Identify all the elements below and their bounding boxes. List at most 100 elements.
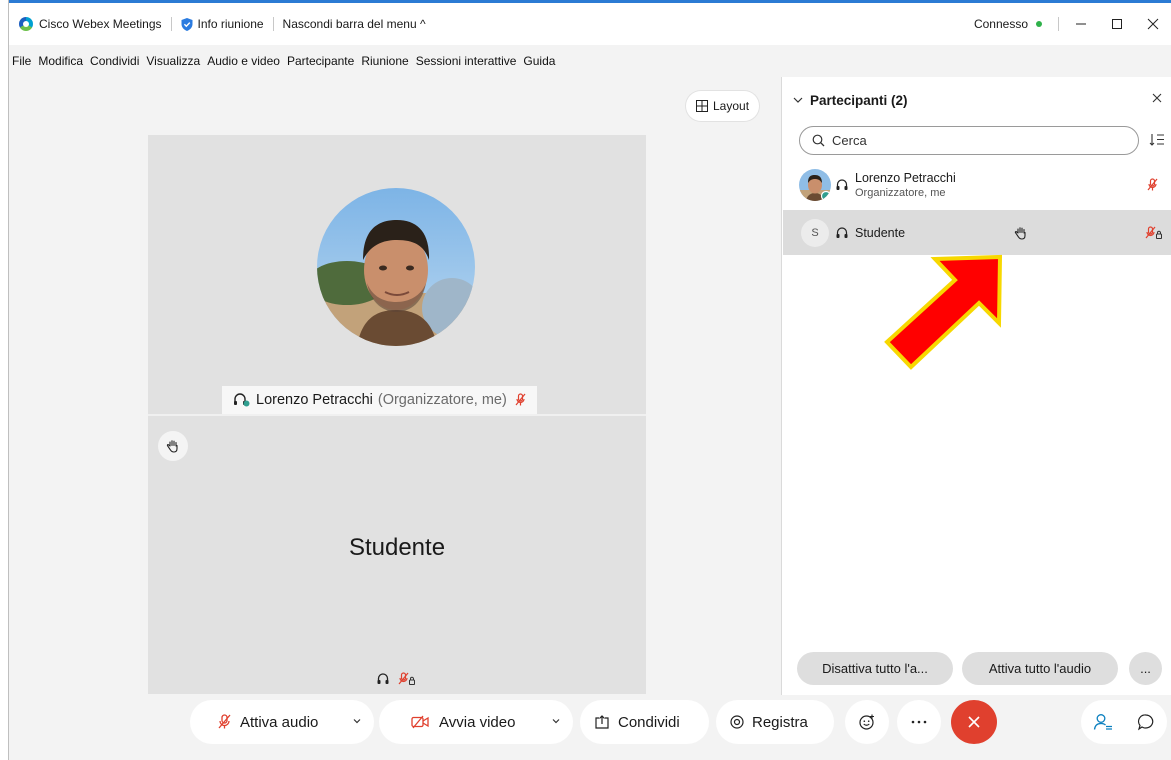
panel-more-label: ... bbox=[1140, 661, 1151, 676]
close-window-button[interactable] bbox=[1135, 3, 1171, 45]
microphone-muted-icon bbox=[515, 393, 526, 406]
participants-panel-header: Partecipanti (2) bbox=[782, 77, 1171, 123]
participant-initial-avatar: S bbox=[801, 218, 829, 247]
host-avatar-photo bbox=[317, 188, 475, 346]
raised-hand-icon bbox=[1014, 227, 1026, 240]
smiley-add-icon bbox=[859, 714, 874, 730]
student-tile-status bbox=[376, 672, 416, 686]
menu-audio-video[interactable]: Audio e video bbox=[207, 54, 280, 68]
video-tile-host[interactable]: Lorenzo Petracchi (Organizzatore, me) bbox=[148, 135, 646, 415]
menu-sessioni-interattive[interactable]: Sessioni interattive bbox=[416, 54, 517, 68]
webex-window: Cisco Webex Meetings Info riunione Nasco… bbox=[9, 3, 1171, 760]
title-bar-right: Connesso bbox=[974, 3, 1171, 45]
chevron-down-icon[interactable] bbox=[792, 95, 804, 105]
menu-condividi[interactable]: Condividi bbox=[90, 54, 139, 68]
layout-button[interactable]: Layout bbox=[686, 91, 760, 121]
host-name-label: Lorenzo Petracchi (Organizzatore, me) bbox=[222, 386, 537, 414]
participants-panel-button[interactable] bbox=[1093, 713, 1113, 731]
microphone-muted-locked-icon bbox=[398, 672, 415, 685]
headset-icon bbox=[836, 226, 848, 238]
video-tile-student[interactable]: Studente bbox=[148, 416, 646, 694]
audio-button-label: Attiva audio bbox=[240, 713, 319, 731]
headset-connected-icon bbox=[234, 393, 250, 407]
menu-visualizza[interactable]: Visualizza bbox=[146, 54, 200, 68]
title-bar: Cisco Webex Meetings Info riunione Nasco… bbox=[9, 3, 1171, 45]
participants-icon bbox=[1093, 714, 1112, 730]
mute-all-button[interactable]: Disattiva tutto l'a... bbox=[797, 652, 953, 685]
participant-search-input[interactable]: Cerca bbox=[799, 126, 1139, 155]
participant-name: Studente bbox=[855, 225, 906, 240]
more-icon bbox=[911, 720, 927, 724]
mute-all-label: Disattiva tutto l'a... bbox=[822, 661, 928, 676]
share-button-label: Condividi bbox=[618, 713, 680, 731]
microphone-muted-icon[interactable] bbox=[1147, 178, 1159, 192]
maximize-button[interactable] bbox=[1099, 3, 1135, 45]
audio-button[interactable]: Attiva audio bbox=[190, 700, 374, 744]
participant-name: Lorenzo Petracchi bbox=[855, 171, 956, 185]
participant-avatar bbox=[799, 169, 831, 201]
participants-panel-close-button[interactable] bbox=[1152, 91, 1162, 107]
app-name: Cisco Webex Meetings bbox=[39, 17, 162, 31]
headset-icon bbox=[377, 673, 389, 684]
participant-info: Studente bbox=[855, 226, 905, 240]
record-button-label: Registra bbox=[752, 713, 808, 731]
shield-icon bbox=[181, 17, 192, 31]
host-name: Lorenzo Petracchi bbox=[256, 392, 373, 408]
close-icon bbox=[968, 716, 980, 728]
share-button[interactable]: Condividi bbox=[580, 700, 709, 744]
menu-modifica[interactable]: Modifica bbox=[38, 54, 83, 68]
participants-panel: Partecipanti (2) Cerca Lorenzo Petracchi… bbox=[781, 77, 1171, 695]
meeting-info-label: Info riunione bbox=[197, 17, 264, 31]
meeting-info-button[interactable]: Info riunione bbox=[181, 15, 264, 33]
host-avatar bbox=[317, 188, 475, 346]
close-icon bbox=[1152, 93, 1162, 103]
panel-toggle-group bbox=[1081, 700, 1167, 744]
raised-hand-badge bbox=[158, 431, 188, 461]
annotation-arrow bbox=[884, 254, 1003, 370]
participant-row-host[interactable]: Lorenzo Petracchi Organizzatore, me bbox=[783, 163, 1171, 207]
sort-icon[interactable] bbox=[1149, 132, 1165, 148]
menu-riunione[interactable]: Riunione bbox=[361, 54, 408, 68]
app-title: Cisco Webex Meetings bbox=[9, 15, 162, 33]
title-separator bbox=[272, 17, 274, 31]
chevron-down-icon[interactable] bbox=[551, 716, 561, 726]
video-button-label: Avvia video bbox=[439, 713, 516, 731]
close-icon bbox=[1147, 18, 1159, 30]
participant-avatar-photo bbox=[799, 169, 831, 201]
chat-panel-button[interactable] bbox=[1137, 713, 1155, 731]
chevron-down-icon[interactable] bbox=[352, 716, 362, 726]
record-button[interactable]: Registra bbox=[716, 700, 834, 744]
menu-bar: File Modifica Condividi Visualizza Audio… bbox=[9, 51, 562, 71]
reactions-button[interactable] bbox=[845, 700, 889, 744]
menu-partecipante[interactable]: Partecipante bbox=[287, 54, 354, 68]
grid-icon bbox=[696, 100, 708, 112]
video-button[interactable]: Avvia video bbox=[379, 700, 573, 744]
connection-status-dot bbox=[1036, 21, 1042, 27]
minimize-button[interactable] bbox=[1063, 3, 1099, 45]
panel-more-options-button[interactable]: ... bbox=[1129, 652, 1162, 685]
layout-label: Layout bbox=[713, 99, 750, 113]
menu-file[interactable]: File bbox=[12, 54, 31, 68]
hide-menu-label: Nascondi barra del menu ^ bbox=[282, 17, 426, 31]
microphone-muted-locked-icon[interactable] bbox=[1145, 226, 1163, 240]
menu-guida[interactable]: Guida bbox=[523, 54, 555, 68]
participants-panel-title: Partecipanti (2) bbox=[810, 92, 908, 108]
connection-status: Connesso bbox=[973, 17, 1028, 31]
host-role: (Organizzatore, me) bbox=[377, 392, 507, 408]
more-options-button[interactable] bbox=[897, 700, 941, 744]
participant-info: Lorenzo Petracchi Organizzatore, me bbox=[855, 171, 956, 199]
unmute-all-label: Attiva tutto l'audio bbox=[988, 661, 1092, 676]
participant-role: Organizzatore, me bbox=[855, 187, 946, 199]
unmute-all-button[interactable]: Attiva tutto l'audio bbox=[962, 652, 1118, 685]
headset-icon bbox=[836, 179, 848, 190]
video-off-icon bbox=[411, 715, 431, 729]
maximize-icon bbox=[1112, 19, 1122, 29]
participants-panel-footer: Disattiva tutto l'a... Attiva tutto l'au… bbox=[782, 647, 1171, 695]
end-meeting-button[interactable] bbox=[951, 700, 997, 744]
search-icon bbox=[812, 134, 825, 147]
hide-menu-bar-button[interactable]: Nascondi barra del menu ^ bbox=[283, 15, 426, 33]
student-tile-name: Studente bbox=[348, 534, 446, 561]
title-separator bbox=[1058, 17, 1059, 31]
chat-icon bbox=[1137, 714, 1154, 731]
minimize-icon bbox=[1076, 23, 1086, 25]
